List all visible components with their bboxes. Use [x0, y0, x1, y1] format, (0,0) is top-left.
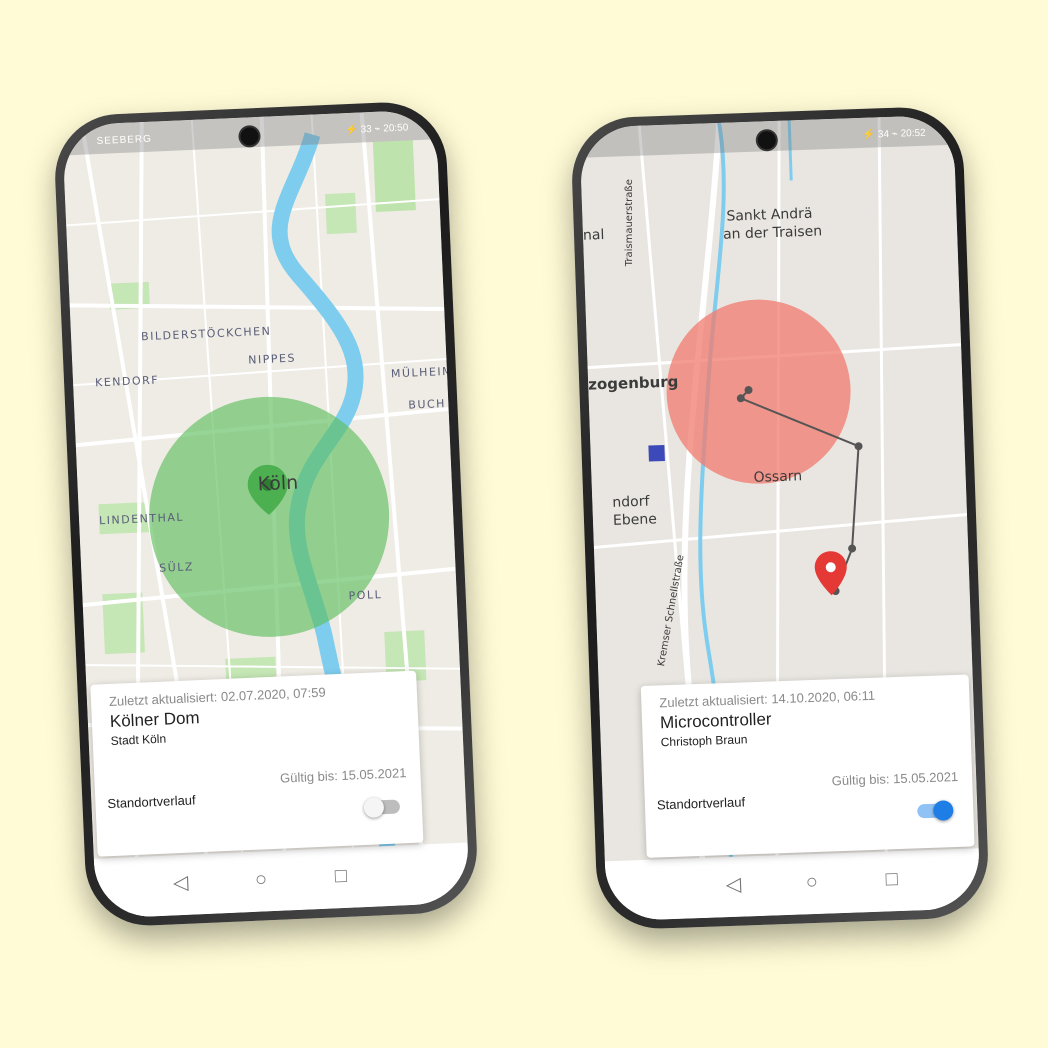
map-label: POLL: [348, 588, 383, 603]
back-icon[interactable]: ◁: [173, 872, 189, 895]
city-label: Köln: [257, 471, 299, 496]
status-time: ⚡ 33 ⌁ 20:50: [345, 122, 409, 137]
right-phone: ⚡ 34 ⌁ 20:52 Sankt Andrä an der Traisen …: [569, 105, 991, 931]
map-label: NIPPES: [247, 351, 297, 367]
location-history-label: Standortverlauf: [656, 794, 746, 813]
last-updated-text: Zuletzt aktualisiert: 14.10.2020, 06:11: [659, 687, 876, 711]
last-updated-text: Zuletzt aktualisiert: 02.07.2020, 07:59: [108, 684, 326, 710]
park-area: [325, 192, 357, 235]
home-icon[interactable]: ○: [805, 871, 818, 893]
left-phone: SEEBERG ⚡ 33 ⌁ 20:50 BILDERSTÖCKCHEN NIP…: [52, 99, 480, 929]
location-info-card: Zuletzt aktualisiert: 02.07.2020, 07:59 …: [90, 670, 424, 857]
location-history-toggle[interactable]: [363, 797, 401, 818]
back-icon[interactable]: ◁: [725, 874, 741, 897]
map-label: SÜLZ: [158, 560, 195, 575]
valid-until-text: Gültig bis: 15.05.2021: [279, 765, 407, 786]
location-info-card: Zuletzt aktualisiert: 14.10.2020, 06:11 …: [640, 674, 975, 858]
map-label: zogenburg: [587, 372, 679, 394]
system-nav-bar: ◁ ○ □: [604, 848, 981, 922]
location-title: Kölner Dom: [109, 708, 200, 731]
recents-icon[interactable]: □: [885, 868, 898, 890]
right-phone-screen: ⚡ 34 ⌁ 20:52 Sankt Andrä an der Traisen …: [579, 114, 981, 922]
toggle-knob: [363, 797, 385, 818]
status-time: ⚡ 34 ⌁ 20:52: [862, 127, 926, 141]
location-history-toggle[interactable]: [917, 800, 954, 821]
toggle-knob: [932, 800, 954, 821]
location-subtitle: Stadt Köln: [110, 731, 167, 748]
map-label: BUCH: [408, 397, 447, 412]
location-history-label: Standortverlauf: [107, 792, 196, 812]
map-label: Ebene: [612, 511, 658, 529]
left-phone-screen: SEEBERG ⚡ 33 ⌁ 20:50 BILDERSTÖCKCHEN NIP…: [61, 109, 471, 919]
recents-icon[interactable]: □: [334, 865, 347, 888]
train-station-icon: [648, 444, 665, 462]
status-carrier: SEEBERG: [96, 133, 153, 148]
map-label: KENDORF: [94, 373, 160, 390]
location-subtitle: Christoph Braun: [660, 732, 748, 750]
map-label: MÜLHEIM: [390, 364, 454, 381]
valid-until-text: Gültig bis: 15.05.2021: [831, 768, 959, 789]
map-label: ndorf: [612, 493, 650, 511]
map-label: Sankt Andrä: [726, 205, 813, 225]
map-label: Traismauerstraße: [624, 179, 636, 267]
home-icon[interactable]: ○: [254, 868, 267, 891]
map-label: Ossarn: [753, 468, 803, 486]
location-title: Microcontroller: [659, 709, 772, 733]
map-label: nal: [582, 226, 605, 244]
